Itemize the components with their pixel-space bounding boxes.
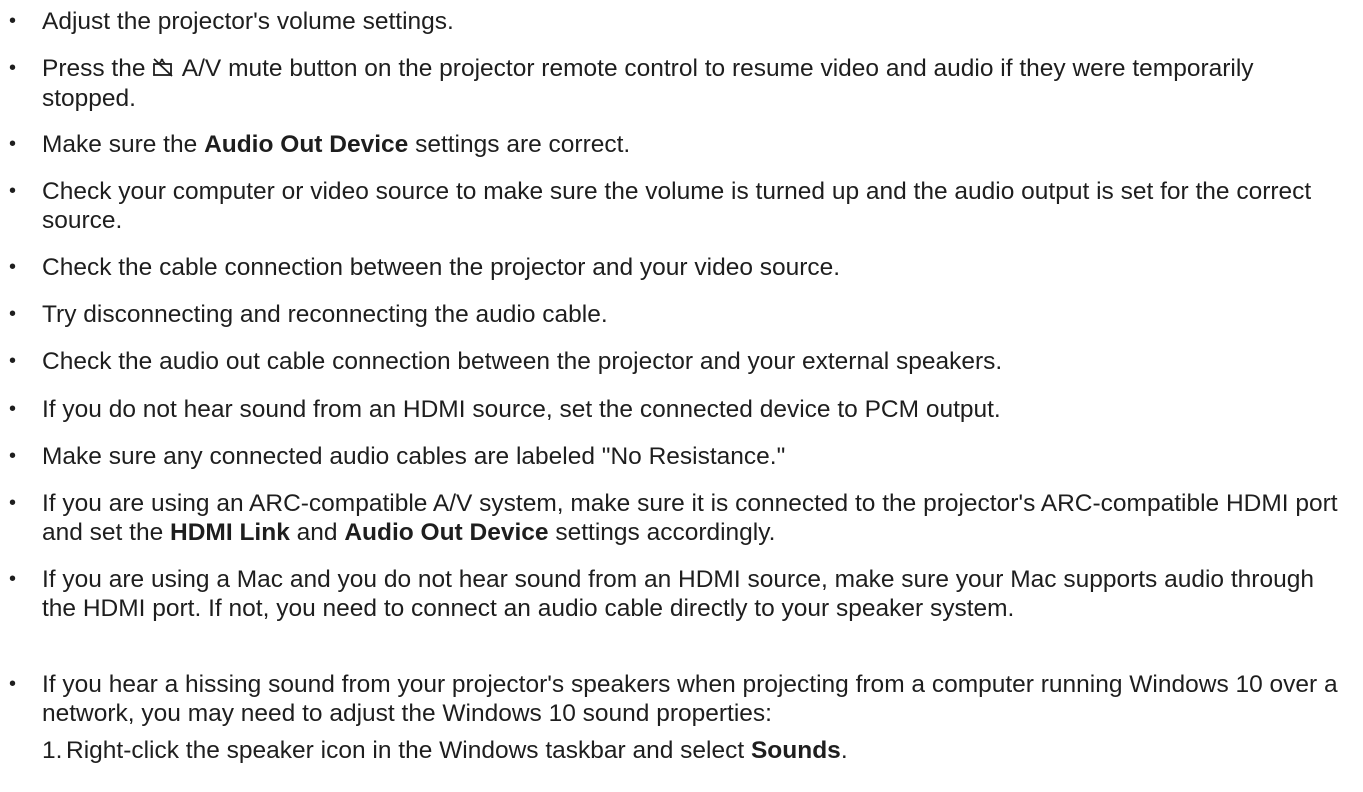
bullet-glyph: • [9,673,17,695]
list-item-text: If you are using a Mac and you do not he… [42,566,1314,622]
setting-name: HDMI Link [170,519,290,546]
bullet-glyph: • [9,568,17,590]
bullet-glyph: • [9,256,17,278]
bullet-glyph: • [9,180,17,202]
troubleshooting-page: • Adjust the projector's volume settings… [0,0,1363,792]
setting-name: Audio Out Device [344,519,549,546]
list-item-text: If you do not hear sound from an HDMI so… [42,396,1001,423]
bullet-glyph: • [9,445,17,467]
step-text: Right-click the speaker icon in the Wind… [66,737,848,764]
list-item-text: Adjust the projector's volume settings. [42,8,454,35]
bullet-glyph: • [9,492,17,514]
list-item-text: Check your computer or video source to m… [42,178,1312,234]
list-item-text: If you hear a hissing sound from your pr… [42,671,1338,727]
setting-name: Audio Out Device [204,131,409,158]
list-item-text: If you are using an ARC-compatible A/V s… [42,490,1338,546]
list-item-text: Make sure any connected audio cables are… [42,443,786,470]
list-item-text: Try disconnecting and reconnecting the a… [42,301,608,328]
numbered-step: 1. Right-click the speaker icon in the Wi… [42,736,848,765]
step-number: 1. [42,737,63,764]
list-item-text: Press the A/V mute button on the project… [42,55,1254,112]
list-item-text: Check the audio out cable connection bet… [42,348,1003,375]
bullet-glyph: • [9,133,17,155]
bullet-glyph: • [9,398,17,420]
list-item-text: Check the cable connection between the p… [42,254,841,281]
bullet-glyph: • [9,350,17,372]
bullet-glyph: • [9,10,17,32]
av-mute-icon [152,55,174,84]
bullet-glyph: • [9,57,17,79]
list-item-text: Make sure the Audio Out Device settings … [42,131,631,158]
bullet-glyph: • [9,303,17,325]
menu-item-name: Sounds [750,737,841,764]
